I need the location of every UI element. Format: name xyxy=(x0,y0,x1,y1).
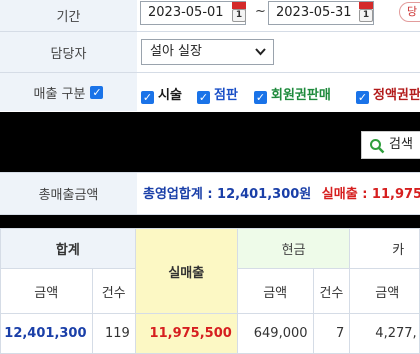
sales-type-option-retail[interactable]: ✓ 점판 xyxy=(197,84,238,104)
checkbox-checked-icon[interactable]: ✓ xyxy=(356,91,369,104)
header-total-amount: 금액 xyxy=(0,268,93,314)
checkbox-checked-icon[interactable]: ✓ xyxy=(254,91,267,104)
manager-row: 담당자 설아 실장 xyxy=(0,32,420,72)
toolbar-band xyxy=(0,112,420,172)
period-row: 기간 2023-05-01 1 ~ 2023-05-31 1 당 xyxy=(0,0,420,31)
header-card-amount: 금액 xyxy=(349,268,420,314)
checkbox-checked-icon[interactable]: ✓ xyxy=(197,91,210,104)
header-card: 카 xyxy=(349,228,420,269)
start-date-input[interactable]: 2023-05-01 xyxy=(140,1,246,25)
header-real-sales: 실매출 xyxy=(134,228,238,314)
sales-type-option-prepaid[interactable]: ✓ 정액권판 xyxy=(356,84,420,104)
cash-count-cell: 7 xyxy=(312,313,351,354)
period-label: 기간 xyxy=(0,0,138,31)
chevron-down-icon xyxy=(255,40,266,73)
summary-values: 총영업합계 : 12,401,300원 실매출 : 11,975 xyxy=(143,173,420,216)
total-count-cell: 119 xyxy=(91,313,136,354)
sales-type-label-cell: 매출 구분 ✓ xyxy=(0,73,138,111)
card-amount-cell: 4,277, xyxy=(349,313,420,354)
manager-select[interactable]: 설아 실장 xyxy=(141,39,274,65)
sales-type-row: 매출 구분 ✓ ✓ 시술 ✓ 점판 ✓ 회원권판매 ✓ 정액권판 xyxy=(0,73,420,111)
total-sales-text: 총영업합계 : 12,401,300원 xyxy=(143,187,312,202)
real-sales-cell: 11,975,500 xyxy=(134,313,238,354)
summary-row: 총매출금액 총영업합계 : 12,401,300원 실매출 : 11,975 xyxy=(0,172,420,215)
header-cash: 현금 xyxy=(236,228,351,269)
header-cash-count: 건수 xyxy=(312,268,351,314)
manager-label: 담당자 xyxy=(0,32,138,72)
checkbox-checked-icon[interactable]: ✓ xyxy=(141,91,154,104)
cash-amount-cell: 649,000 xyxy=(236,313,314,354)
sales-type-all-checkbox[interactable]: ✓ xyxy=(90,85,104,99)
sales-type-label: 매출 구분 xyxy=(33,86,86,102)
start-calendar-icon[interactable]: 1 xyxy=(232,2,246,22)
sales-type-option-procedure[interactable]: ✓ 시술 xyxy=(141,84,182,104)
sales-type-option-membership[interactable]: ✓ 회원권판매 xyxy=(254,84,331,104)
summary-label: 총매출금액 xyxy=(0,173,138,214)
date-range-separator: ~ xyxy=(255,4,266,19)
header-total: 합계 xyxy=(0,228,136,269)
table-row: 12,401,300 119 11,975,500 649,000 7 4,27… xyxy=(0,313,420,354)
search-button[interactable]: 검색 xyxy=(361,131,420,159)
sales-summary-table: 합계 실매출 현금 카 금액 건수 금액 건수 금액 12,401,300 11… xyxy=(0,228,420,354)
manager-select-value: 설아 실장 xyxy=(150,44,202,59)
total-amount-cell: 12,401,300 xyxy=(0,313,93,354)
real-sales-text: 실매출 : 11,975 xyxy=(321,187,420,202)
header-cash-amount: 금액 xyxy=(236,268,314,314)
quick-period-button[interactable]: 당 xyxy=(399,2,420,22)
header-total-count: 건수 xyxy=(91,268,136,314)
search-icon xyxy=(370,139,385,154)
divider-band xyxy=(0,215,420,228)
end-calendar-icon[interactable]: 1 xyxy=(359,2,373,22)
search-button-label: 검색 xyxy=(389,137,413,152)
